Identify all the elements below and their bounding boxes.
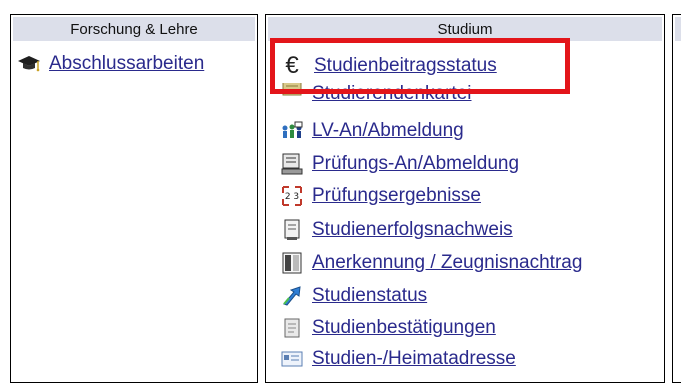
menu-item-pruefungs-an-abmeldung[interactable]: Prüfungs-An/Abmeldung xyxy=(280,149,519,179)
status-arrow-icon xyxy=(283,286,301,306)
studienbeitragsstatus-link[interactable]: Studienbeitragsstatus xyxy=(314,55,497,77)
menu-item-abschlussarbeiten[interactable]: Abschlussarbeiten xyxy=(17,49,204,79)
menu-item-studienerfolgsnachweis[interactable]: Studienerfolgsnachweis xyxy=(280,215,513,245)
menu-item-studien-heimatadresse[interactable]: Studien-/Heimatadresse xyxy=(280,344,516,374)
menu-item-studienbestaetigungen[interactable]: Studienbestätigungen xyxy=(280,313,496,343)
menu-item-pruefungsergebnisse[interactable]: 2 3 Prüfungsergebnisse xyxy=(280,181,481,211)
document-icon xyxy=(284,219,300,240)
pruefungsergebnisse-link[interactable]: Prüfungsergebnisse xyxy=(312,185,481,207)
menu-item-lv-an-abmeldung[interactable]: LV-An/Abmeldung xyxy=(280,116,464,146)
lv-an-abmeldung-link[interactable]: LV-An/Abmeldung xyxy=(312,120,464,142)
euro-icon: € xyxy=(285,52,299,79)
studies-header: Studium xyxy=(268,17,662,41)
right-column-partial xyxy=(672,14,681,383)
certificate-icon xyxy=(282,252,302,274)
address-card-icon xyxy=(281,351,303,367)
studienerfolgsnachweis-link[interactable]: Studienerfolgsnachweis xyxy=(312,219,513,241)
studienstatus-link[interactable]: Studienstatus xyxy=(312,285,427,307)
menu-item-studienbeitragsstatus[interactable]: € Studienbeitragsstatus xyxy=(280,51,497,81)
studien-heimatadresse-link[interactable]: Studien-/Heimatadresse xyxy=(312,348,516,370)
abschlussarbeiten-link[interactable]: Abschlussarbeiten xyxy=(49,53,204,75)
anerkennung-zeugnisnachtrag-link[interactable]: Anerkennung / Zeugnisnachtrag xyxy=(312,252,582,274)
right-column-header xyxy=(675,17,681,41)
menu-item-studierendenkartei[interactable]: Studierendenkartei xyxy=(280,83,472,101)
confirmation-doc-icon xyxy=(284,318,300,338)
exam-results-icon: 2 3 xyxy=(282,186,302,206)
graduation-cap-icon xyxy=(18,56,40,72)
studies-column: Studium € Studienbeitragsstatus Studiere… xyxy=(265,14,665,383)
exam-register-icon xyxy=(281,153,303,175)
pruefungs-an-abmeldung-link[interactable]: Prüfungs-An/Abmeldung xyxy=(312,153,519,175)
menu-item-anerkennung-zeugnisnachtrag[interactable]: Anerkennung / Zeugnisnachtrag xyxy=(280,248,582,278)
research-teaching-column: Forschung & Lehre Abschlussarbeiten xyxy=(10,14,258,383)
menu-item-studienstatus[interactable]: Studienstatus xyxy=(280,281,427,311)
studienbestaetigungen-link[interactable]: Studienbestätigungen xyxy=(312,317,496,339)
studierendenkartei-link[interactable]: Studierendenkartei xyxy=(312,84,472,101)
svg-text:2 3: 2 3 xyxy=(285,192,299,202)
card-file-icon xyxy=(282,83,302,96)
people-icon xyxy=(282,121,303,138)
research-teaching-header: Forschung & Lehre xyxy=(13,17,255,41)
